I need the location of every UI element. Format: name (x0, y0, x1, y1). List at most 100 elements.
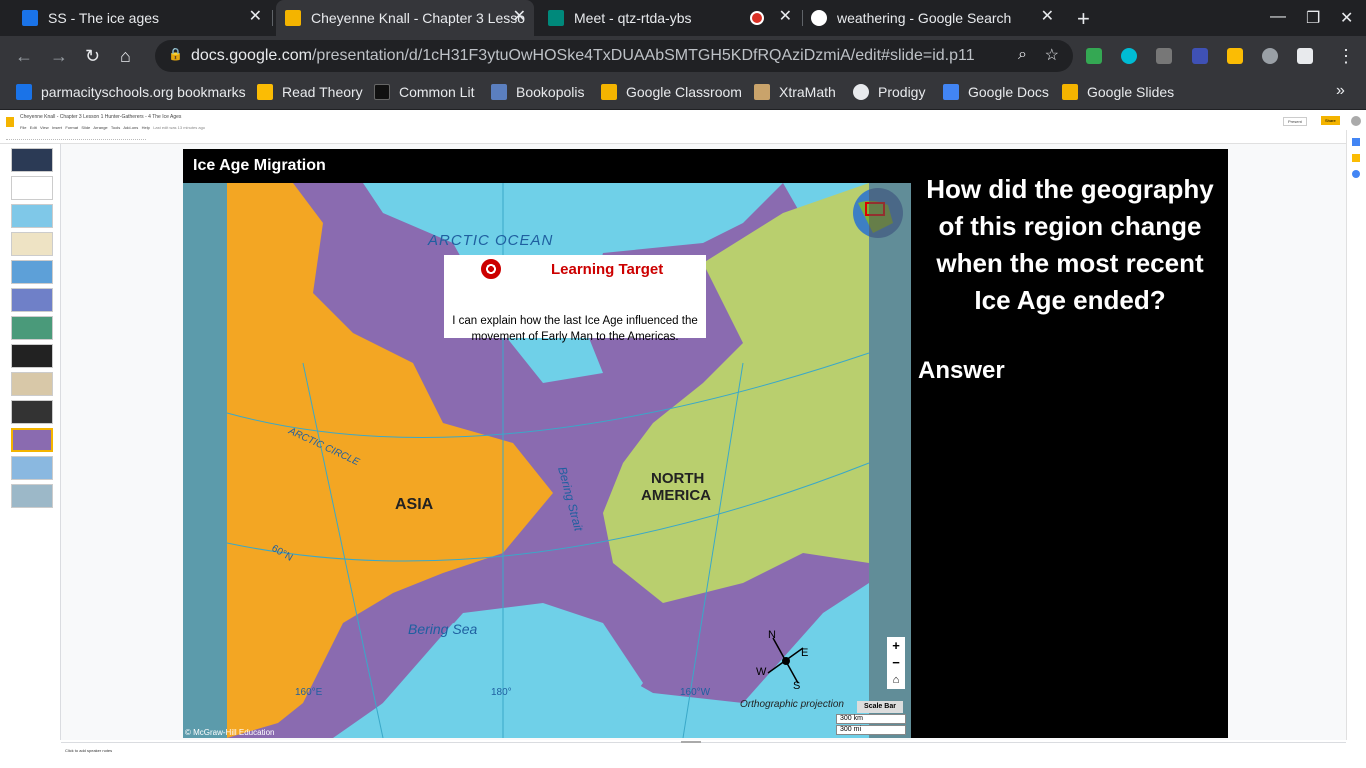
restore-icon[interactable]: ❐ (1306, 8, 1320, 28)
learning-target-text: I can explain how the last Ice Age influ… (452, 315, 698, 343)
tab-google-search[interactable]: weathering - Google Search ✕ (804, 0, 1062, 36)
bookmark-read-theory[interactable]: Read Theory (257, 84, 363, 100)
close-icon[interactable]: ✕ (249, 9, 262, 25)
address-bar[interactable]: 🔒 docs.google.com/presentation/d/1cH31F3… (155, 40, 1073, 72)
bookmark-label: XtraMath (779, 84, 836, 100)
slide-thumbnail[interactable] (11, 484, 53, 508)
home-icon[interactable]: ⌂ (120, 46, 131, 66)
menu-insert[interactable]: Insert (52, 125, 62, 130)
scale-bar-button[interactable]: Scale Bar (857, 701, 903, 713)
zoom-icon[interactable]: ⌕ (1018, 46, 1027, 64)
slide-thumbnail[interactable] (11, 400, 53, 424)
image-credit: © McGraw-Hill Education (185, 728, 275, 737)
current-slide[interactable]: Ice Age Migration N E S W ARCTIC OCEAN A… (183, 149, 1228, 738)
bookmark-xtramath[interactable]: XtraMath (754, 84, 836, 100)
calendar-icon[interactable] (1352, 138, 1360, 146)
zoom-out-button[interactable]: − (887, 654, 905, 672)
bookmark-common-lit[interactable]: Common Lit (374, 84, 474, 100)
tab-ss-ice-ages[interactable]: SS - The ice ages ✕ (14, 0, 270, 36)
bookmark-label: Google Slides (1087, 84, 1175, 100)
tab-bar: SS - The ice ages ✕ Cheyenne Knall - Cha… (0, 0, 1366, 36)
close-icon[interactable]: ✕ (779, 9, 792, 25)
label-160e: 160°E (295, 687, 323, 698)
slide-thumbnail[interactable] (11, 456, 53, 480)
bookmark-prodigy[interactable]: Prodigy (853, 84, 925, 100)
bookmark-bookopolis[interactable]: Bookopolis (491, 84, 585, 100)
speaker-notes[interactable]: Click to add speaker notes (61, 741, 1346, 768)
slide-thumbnail[interactable] (11, 148, 53, 172)
slide-thumbnail[interactable] (11, 316, 53, 340)
menu-format[interactable]: Format (65, 125, 78, 130)
label-160w: 160°W (680, 687, 711, 698)
bookmark-google-slides[interactable]: Google Slides (1062, 84, 1174, 100)
compass-w: W (756, 666, 767, 678)
bookmark-label: Common Lit (399, 84, 475, 100)
slide-thumbnail[interactable] (11, 232, 53, 256)
menu-edit[interactable]: Edit (30, 125, 37, 130)
learning-target-box: Learning Target I can explain how the la… (444, 255, 706, 343)
tab-meet[interactable]: Meet - qtz-rtda-ybs (540, 0, 740, 36)
menu-help[interactable]: Help (142, 125, 150, 130)
slide-title: Ice Age Migration (193, 157, 326, 174)
last-edit-text[interactable]: Last edit was 13 minutes ago (153, 125, 205, 130)
present-button[interactable]: Present (1283, 117, 1307, 126)
prodigy-icon (853, 84, 869, 100)
tab-title: Meet - qtz-rtda-ybs (574, 10, 692, 26)
close-icon[interactable]: ✕ (513, 9, 526, 25)
slide-thumbnail[interactable] (11, 288, 53, 312)
back-icon[interactable]: ← (15, 46, 33, 66)
bookopolis-icon (491, 84, 507, 100)
menu-view[interactable]: View (40, 125, 49, 130)
cast-extension-icon[interactable] (1086, 48, 1102, 64)
tab-title: Cheyenne Knall - Chapter 3 Lesso (311, 10, 526, 26)
bookmark-google-classroom[interactable]: Google Classroom (601, 84, 742, 100)
editing-toolbar (6, 134, 146, 140)
g-extension-icon[interactable] (1156, 48, 1172, 64)
question-text: How did the geography of this region cha… (926, 174, 1214, 315)
bookmark-google-docs[interactable]: Google Docs (943, 84, 1049, 100)
c-extension-icon[interactable] (1192, 48, 1208, 64)
slide-thumbnail[interactable] (11, 344, 53, 368)
avatar[interactable] (1351, 116, 1361, 126)
slide-thumbnail[interactable] (11, 428, 53, 452)
tasks-icon[interactable] (1352, 170, 1360, 178)
close-icon[interactable]: ✕ (1041, 9, 1054, 25)
keep-icon[interactable] (1352, 154, 1360, 162)
close-window-icon[interactable]: ✕ (1340, 8, 1353, 28)
bookmarks-bar: parmacityschools.org bookmarks Read Theo… (0, 76, 1366, 110)
meet-favicon-icon (548, 10, 564, 26)
zoom-in-button[interactable]: + (887, 637, 905, 655)
forward-icon[interactable]: → (50, 46, 68, 66)
tab-recording[interactable]: ✕ (740, 0, 800, 36)
slide-thumbnail[interactable] (11, 204, 53, 228)
slide-thumbnail[interactable] (11, 176, 53, 200)
menu-arrange[interactable]: Arrange (93, 125, 107, 130)
minimize-icon[interactable]: — (1270, 8, 1286, 26)
hand-extension-icon[interactable] (1227, 48, 1243, 64)
slides-favicon-icon (285, 10, 301, 26)
menu-file[interactable]: File (20, 125, 26, 130)
menu-icon[interactable]: ⋮ (1337, 46, 1355, 66)
reload-icon[interactable]: ↻ (85, 46, 100, 66)
more-bookmarks-icon[interactable]: » (1336, 82, 1345, 100)
target-icon (481, 259, 501, 279)
ghost-extension-icon[interactable] (1262, 48, 1278, 64)
share-button[interactable]: Share (1321, 116, 1340, 125)
bookmark-label: Read Theory (282, 84, 363, 100)
notes-resize-handle[interactable] (681, 741, 701, 743)
puzzle-icon[interactable] (1297, 48, 1313, 64)
slides-logo-icon[interactable] (6, 117, 14, 127)
star-icon[interactable]: ☆ (1045, 45, 1059, 65)
label-bering-sea: Bering Sea (408, 621, 477, 637)
new-tab-icon[interactable]: + (1077, 6, 1090, 32)
menu-tools[interactable]: Tools (111, 125, 120, 130)
menu-addons[interactable]: Add-ons (123, 125, 138, 130)
bookmark-parmacityschools[interactable]: parmacityschools.org bookmarks (16, 84, 246, 100)
tab-cheyenne-knall[interactable]: Cheyenne Knall - Chapter 3 Lesso ✕ (276, 0, 534, 36)
extension-icon[interactable] (1121, 48, 1137, 64)
home-view-button[interactable]: ⌂ (887, 671, 905, 689)
menu-slide[interactable]: Slide (81, 125, 90, 130)
slide-thumbnail[interactable] (11, 260, 53, 284)
doc-title[interactable]: Cheyenne Knall - Chapter 3 Lesson 1 Hunt… (20, 114, 181, 120)
slide-thumbnail[interactable] (11, 372, 53, 396)
